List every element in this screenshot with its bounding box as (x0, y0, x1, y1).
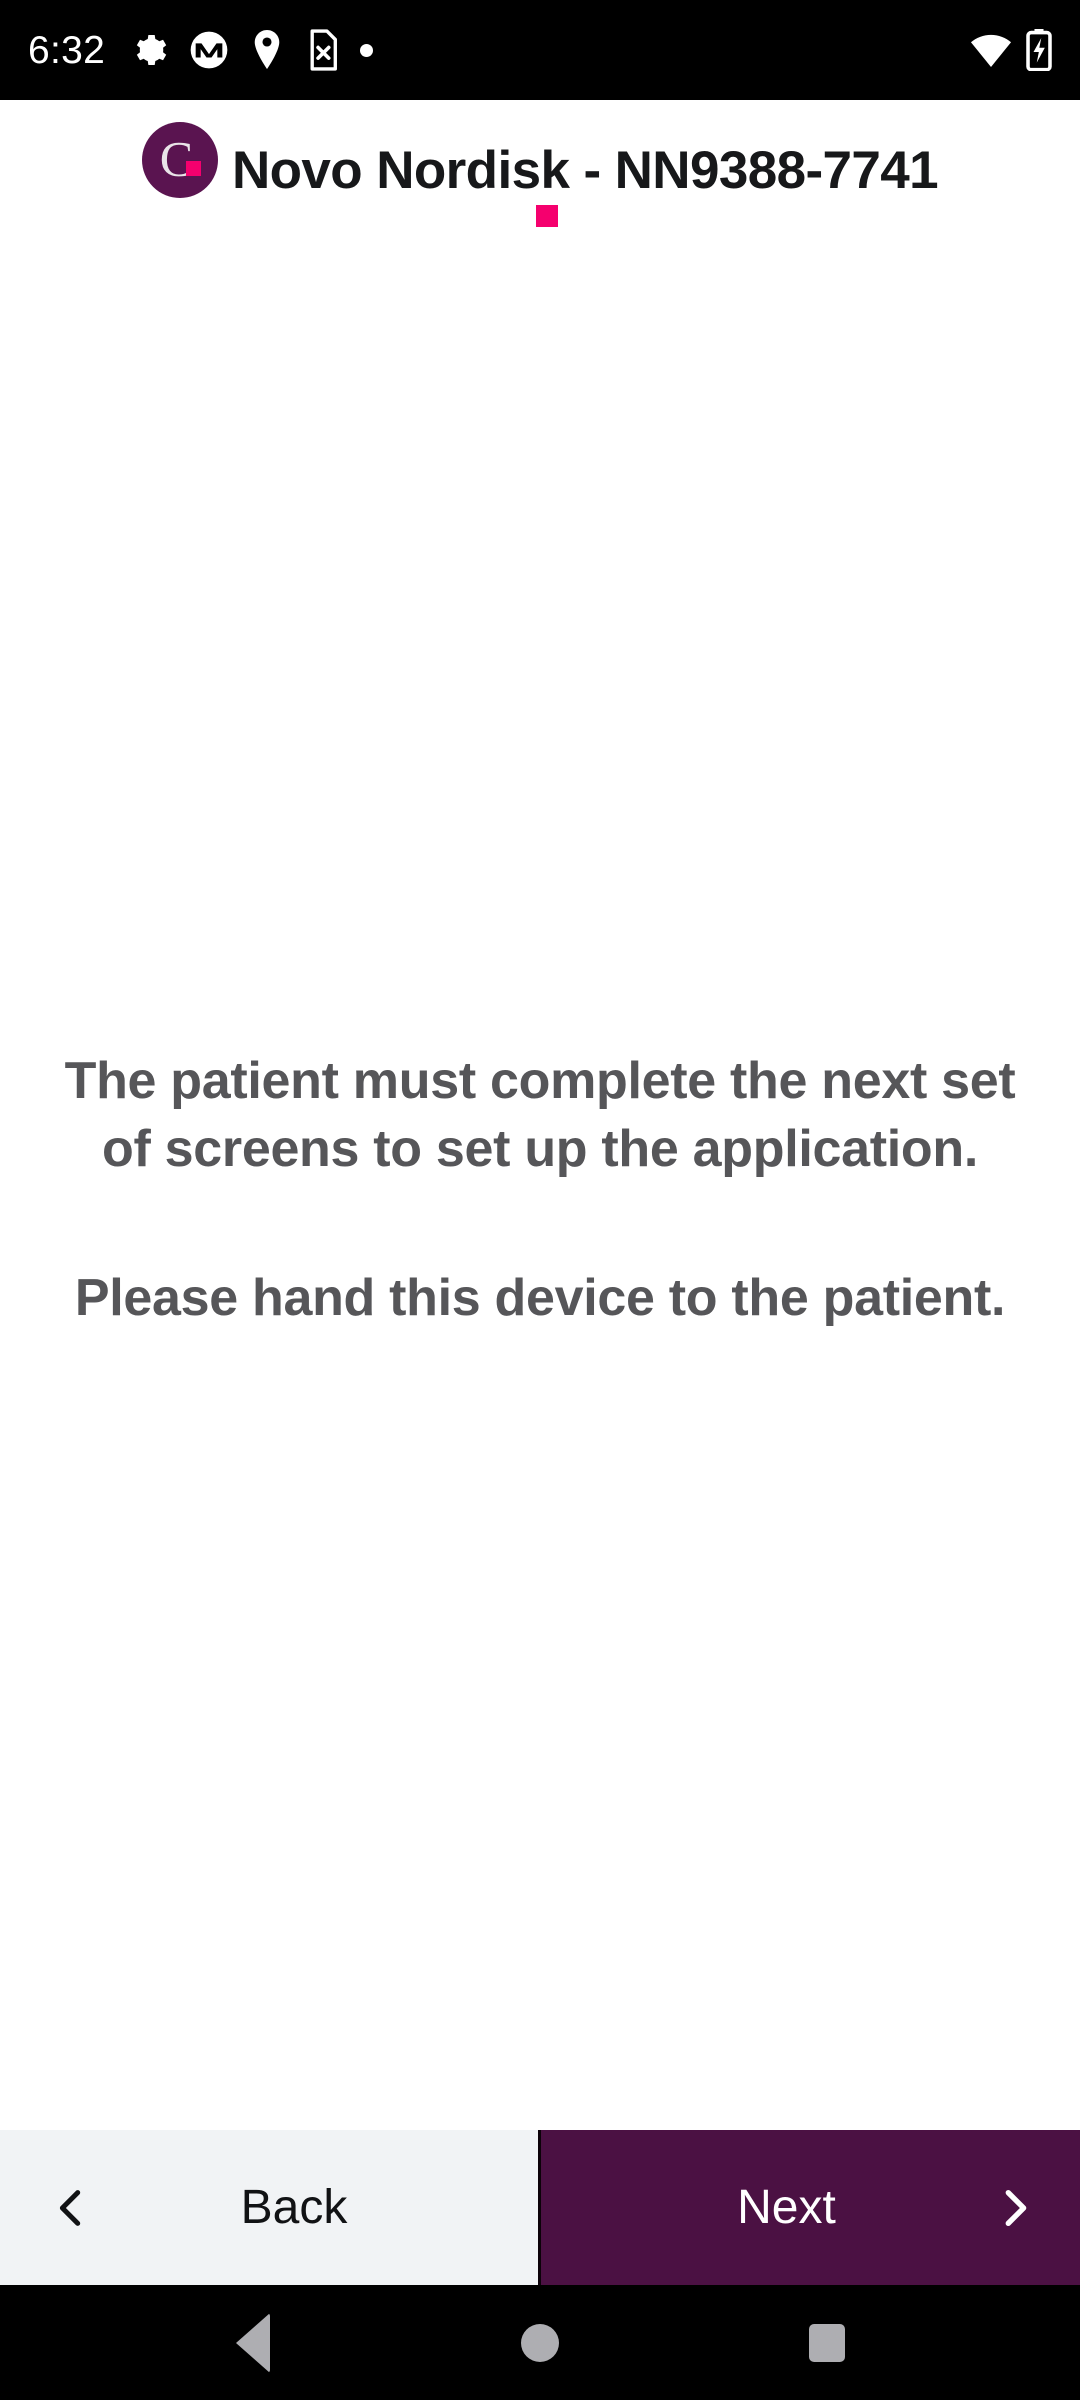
status-bar-left-group: 6:32 (28, 28, 374, 72)
navigation-button-bar: Back Next (0, 2130, 1080, 2285)
page-title: Novo Nordisk - NN9388-7741 (231, 141, 939, 200)
status-bar-clock: 6:32 (28, 28, 106, 72)
notification-dot-icon (360, 43, 374, 57)
brand-logo-icon: C (141, 122, 218, 198)
brand-logo-dot-icon (185, 161, 201, 176)
system-back-triangle-icon (236, 2312, 271, 2373)
instruction-paragraph-2: Please hand this device to the patient. (74, 1269, 1006, 1328)
header-accent-square-icon (536, 204, 558, 227)
status-bar-right-group (970, 29, 1052, 71)
status-bar: 6:32 (0, 0, 1080, 100)
android-system-navigation-bar (0, 2285, 1080, 2400)
main-content: The patient must complete the next set o… (0, 251, 1080, 2130)
system-back-button[interactable] (193, 2285, 313, 2400)
motorola-logo-icon (189, 30, 229, 70)
location-pin-icon (250, 30, 284, 70)
system-recents-square-icon (808, 2323, 845, 2362)
no-sim-card-icon (305, 29, 339, 71)
system-recents-button[interactable] (767, 2285, 887, 2400)
next-button[interactable]: Next (538, 2130, 1080, 2285)
app-header-inner: C Novo Nordisk - NN9388-7741 (140, 122, 940, 237)
wifi-icon (970, 32, 1012, 68)
system-home-button[interactable] (480, 2285, 600, 2400)
instruction-message-block: The patient must complete the next set o… (36, 1048, 1044, 1333)
brand-logo-letter: C (159, 130, 193, 187)
system-home-circle-icon (520, 2323, 559, 2362)
back-button[interactable]: Back (0, 2130, 538, 2285)
chevron-right-icon (992, 2185, 1038, 2231)
back-button-label: Back (240, 2181, 348, 2234)
next-button-label: Next (737, 2181, 836, 2234)
phone-screen: 6:32 C Novo Nordisk - NN9388-7741 The pa… (0, 0, 1080, 2400)
instruction-paragraph-1: The patient must complete the next set o… (64, 1052, 1016, 1178)
settings-gear-icon (130, 31, 168, 69)
app-header: C Novo Nordisk - NN9388-7741 (0, 100, 1080, 252)
chevron-left-icon (48, 2185, 94, 2231)
battery-charging-icon (1026, 29, 1052, 71)
